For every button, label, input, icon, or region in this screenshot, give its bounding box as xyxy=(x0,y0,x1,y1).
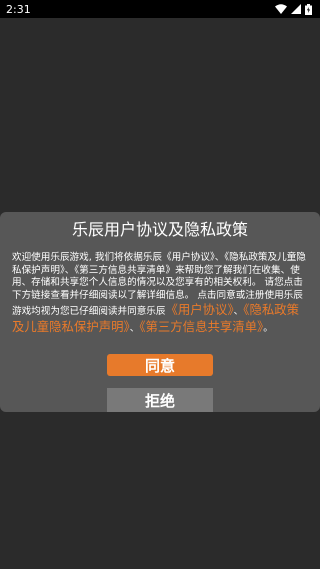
separator-2: 、 xyxy=(129,322,140,334)
agree-button[interactable]: 同意 xyxy=(107,354,213,376)
refuse-button[interactable]: 拒绝 xyxy=(107,388,213,412)
status-icons xyxy=(275,3,312,15)
separator-1: 、 xyxy=(233,306,244,318)
dialog-title: 乐辰用户协议及隐私政策 xyxy=(71,220,248,239)
privacy-dialog: 乐辰用户协议及隐私政策 欢迎使用乐辰游戏, 我们将依据乐辰《用户协议》、《隐私政… xyxy=(0,212,320,412)
end-punctuation: 。 xyxy=(263,322,273,334)
status-bar: 2:31 xyxy=(0,0,320,18)
wifi-icon xyxy=(275,4,287,14)
user-agreement-link[interactable]: 《用户协议》 xyxy=(166,302,234,317)
signal-icon xyxy=(291,4,301,14)
battery-icon xyxy=(305,3,312,15)
status-time: 2:31 xyxy=(6,2,31,16)
third-party-list-link[interactable]: 《第三方信息共享清单》 xyxy=(139,319,263,334)
dialog-body: 欢迎使用乐辰游戏, 我们将依据乐辰《用户协议》、《隐私政策及儿童隐私保护声明》、… xyxy=(12,252,308,336)
